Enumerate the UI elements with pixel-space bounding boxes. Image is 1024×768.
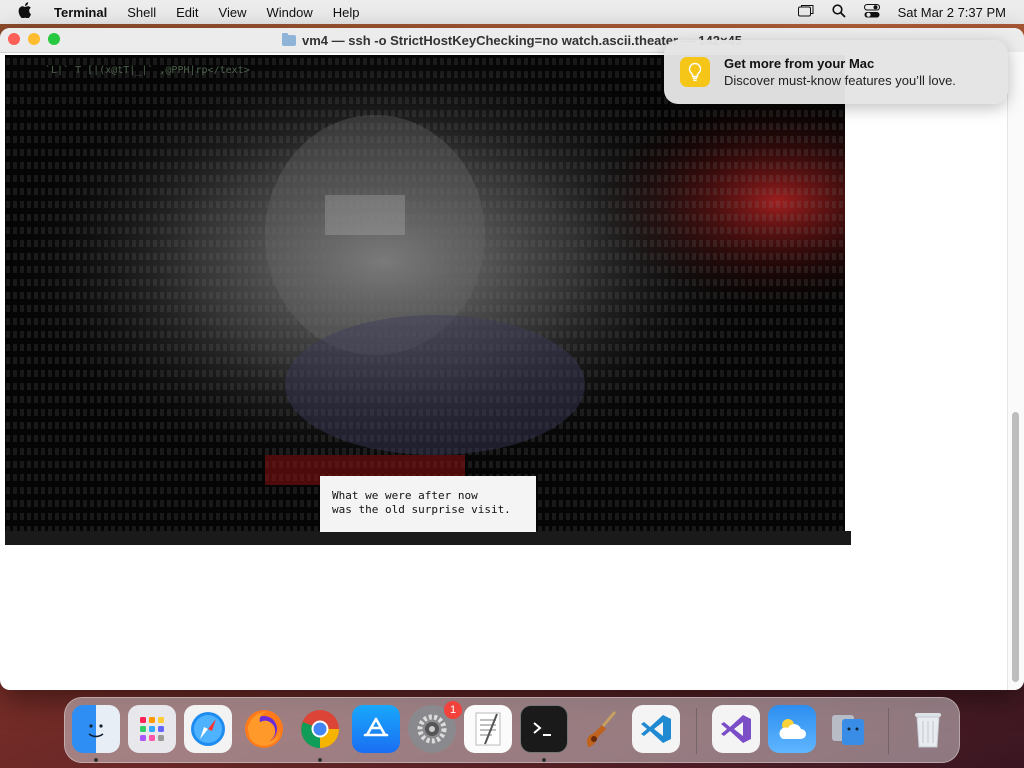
terminal-scrollbar[interactable] (1007, 52, 1024, 690)
folder-icon (282, 32, 296, 46)
dock-separator (888, 708, 889, 754)
notification-title: Get more from your Mac (724, 56, 875, 71)
firefox-icon[interactable] (240, 705, 288, 753)
notification-badge: 1 (444, 701, 462, 719)
window-switcher-icon[interactable] (797, 4, 814, 20)
ascii-glyph-texture: `L|` T [|(x@tT|_|` ,@PPH|rp</text> Hx Tt… (45, 64, 250, 76)
close-window-button[interactable] (8, 33, 20, 45)
running-indicator (542, 758, 546, 762)
minimize-window-button[interactable] (28, 33, 40, 45)
ascii-video-frame: `L|` T [|(x@tT|_|` ,@PPH|rp</text> Hx Tt… (5, 55, 845, 545)
terminal-bottom-row (5, 531, 851, 545)
subtitle-line-2: was the old surprise visit. (332, 503, 511, 516)
menu-view[interactable]: View (219, 5, 247, 20)
menu-app-name[interactable]: Terminal (54, 5, 107, 20)
scrollbar-thumb[interactable] (1012, 412, 1019, 682)
visual-studio-icon[interactable] (712, 705, 760, 753)
menu-help[interactable]: Help (333, 5, 360, 20)
migration-icon[interactable] (824, 705, 872, 753)
running-indicator (94, 758, 98, 762)
notification-banner[interactable]: Get more from your Mac Discover must-kno… (664, 40, 1008, 104)
svg-text:`L|` T [|(x@tT|_|` ,@PPH|rp: `L|` T [|(x@tT|_|` ,@PPH|rp</text> Hx Tt… (45, 64, 250, 76)
subtitle-line-1: What we were after now (332, 489, 478, 502)
instruments-icon[interactable] (576, 705, 624, 753)
subtitle-caption: What we were after now was the old surpr… (320, 476, 536, 532)
weather-icon[interactable] (768, 705, 816, 753)
terminal-window: vm4 — ssh -o StrictHostKeyChecking=no wa… (0, 28, 1024, 690)
vscode-icon[interactable] (632, 705, 680, 753)
ascii-art-render: `L|` T [|(x@tT|_|` ,@PPH|rp</text> Hx Tt… (5, 55, 845, 545)
tips-lightbulb-icon (680, 57, 710, 87)
notification-body: Discover must-know features you’ll love. (724, 73, 956, 88)
textedit-icon[interactable] (464, 705, 512, 753)
menu-edit[interactable]: Edit (176, 5, 198, 20)
zoom-window-button[interactable] (48, 33, 60, 45)
menu-bar-clock[interactable]: Sat Mar 2 7:37 PM (898, 5, 1006, 20)
running-indicator (318, 758, 322, 762)
safari-icon[interactable] (184, 705, 232, 753)
finder-icon[interactable] (72, 705, 120, 753)
chrome-icon[interactable] (296, 705, 344, 753)
control-center-icon[interactable] (863, 3, 880, 21)
settings-icon[interactable]: 1 (408, 701, 462, 753)
menu-shell[interactable]: Shell (127, 5, 156, 20)
trash-icon[interactable] (904, 705, 952, 753)
launchpad-icon[interactable] (128, 705, 176, 753)
apple-menu-icon[interactable] (18, 2, 36, 22)
menu-window[interactable]: Window (267, 5, 313, 20)
spotlight-search-icon[interactable] (832, 3, 846, 21)
dock-separator (696, 708, 697, 754)
dock: 1 (64, 697, 960, 763)
menu-bar: Terminal Shell Edit View Window Help Sat… (0, 0, 1024, 24)
app-store-icon[interactable] (352, 705, 400, 753)
terminal-icon[interactable] (520, 705, 568, 753)
